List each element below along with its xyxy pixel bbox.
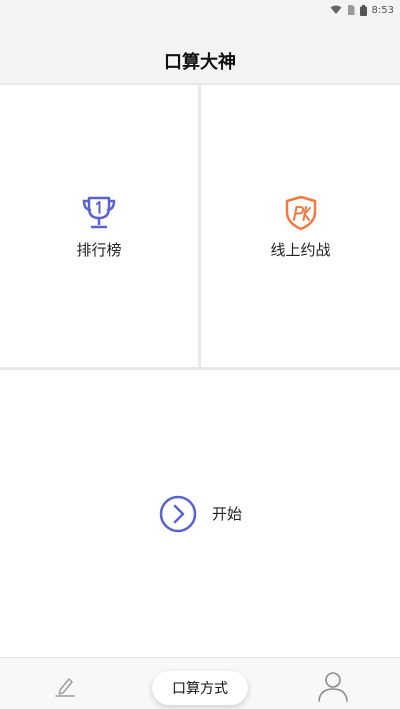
trophy-icon xyxy=(82,196,116,228)
chevron-right-circle-icon xyxy=(159,495,197,532)
online-battle-button[interactable]: 线上约战 xyxy=(201,85,400,367)
user-icon xyxy=(318,672,348,702)
status-icons: 8:53 xyxy=(330,3,394,17)
start-label: 开始 xyxy=(211,505,242,523)
pk-shield-icon xyxy=(285,195,316,230)
sim-icon xyxy=(347,5,355,15)
page-title: 口算大神 xyxy=(164,51,236,73)
header: 口算大神 xyxy=(0,20,400,83)
tab-profile[interactable] xyxy=(316,668,350,702)
leaderboard-label: 排行榜 xyxy=(76,240,122,259)
battery-icon xyxy=(359,4,367,16)
start-button[interactable]: 开始 xyxy=(0,370,400,657)
tab-practice[interactable] xyxy=(52,672,78,698)
wifi-icon xyxy=(330,5,342,14)
status-bar: 8:53 xyxy=(0,0,400,20)
status-time: 8:53 xyxy=(371,4,394,16)
main-menu: 排行榜 线上约战 开始 xyxy=(0,83,400,657)
pencil-icon xyxy=(55,678,75,697)
tab-calculation-mode[interactable]: 口算方式 xyxy=(152,671,248,705)
leaderboard-button[interactable]: 排行榜 xyxy=(0,85,198,367)
bottom-tab-bar: 口算方式 xyxy=(0,657,400,709)
online-battle-label: 线上约战 xyxy=(270,240,331,259)
